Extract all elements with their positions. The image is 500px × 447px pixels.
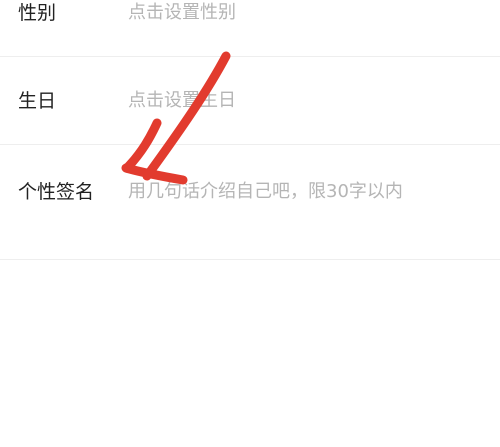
birthday-label: 生日 [18,90,57,112]
signature-row[interactable]: 个性签名 用几句话介绍自己吧，限30字以内 [0,145,500,260]
signature-label: 个性签名 [18,181,95,203]
gender-row[interactable]: 性别 点击设置性别 [0,0,500,57]
gender-placeholder[interactable]: 点击设置性别 [128,1,236,25]
birthday-row[interactable]: 生日 点击设置生日 [0,57,500,145]
signature-input[interactable]: 用几句话介绍自己吧，限30字以内 [128,180,403,204]
gender-label: 性别 [18,2,57,24]
profile-edit-form: 性别 点击设置性别 生日 点击设置生日 个性签名 用几句话介绍自己吧，限30字以… [0,0,500,260]
birthday-placeholder[interactable]: 点击设置生日 [128,89,236,113]
